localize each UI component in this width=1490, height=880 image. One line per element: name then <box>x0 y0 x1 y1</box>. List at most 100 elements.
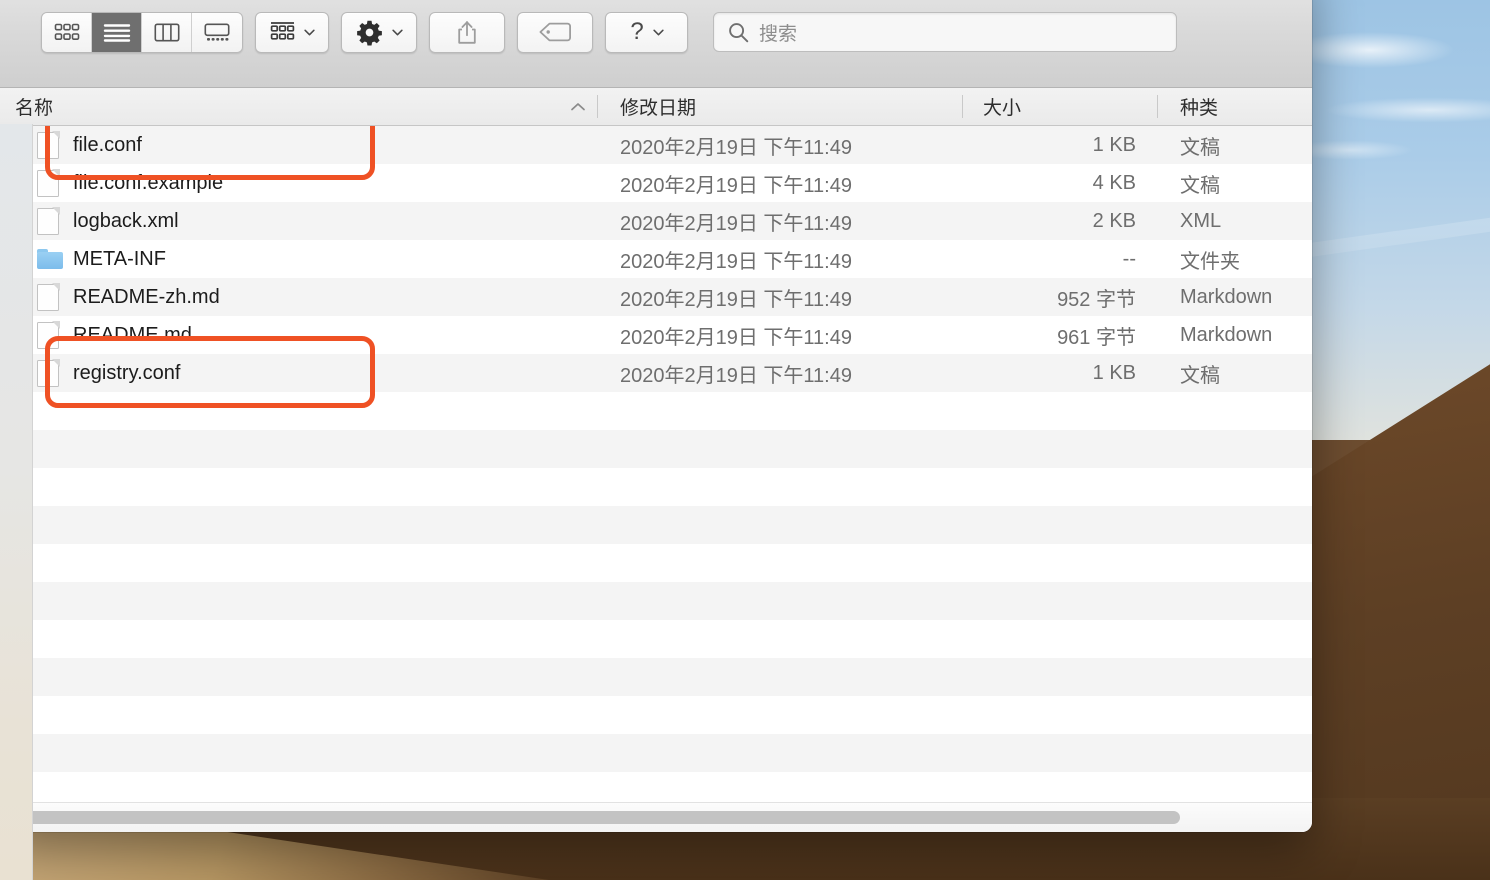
action-button[interactable] <box>341 11 417 53</box>
column-header-kind[interactable]: 种类 <box>1158 88 1312 125</box>
file-date-cell: 2020年2月19日 下午11:49 <box>620 364 852 387</box>
column-header-row: 名称 修改日期 大小 种类 <box>0 88 1312 126</box>
file-kind-cell: 文稿 <box>1180 136 1220 159</box>
empty-row <box>0 734 1312 772</box>
table-row[interactable]: README.md 2020年2月19日 下午11:49 961 字节 Markdow… <box>0 316 1312 354</box>
icon-view-icon <box>54 23 79 40</box>
view-mode-segmented-control[interactable] <box>41 11 243 53</box>
file-name-label: README-zh.md <box>73 285 220 308</box>
file-size-cell: 952 字节 <box>1057 288 1136 311</box>
table-row[interactable]: META-INF 2020年2月19日 下午11:49 -- 文件夹 <box>0 240 1312 278</box>
search-icon <box>729 22 749 42</box>
column-header-date-label: 修改日期 <box>620 98 697 119</box>
document-icon <box>37 206 60 235</box>
file-name-label: file.conf <box>73 133 142 156</box>
finder-toolbar: ? 搜索 <box>0 0 1312 64</box>
column-header-name[interactable]: 名称 <box>0 88 598 125</box>
gallery-view-icon <box>204 22 230 41</box>
file-name-cell[interactable]: registry.conf <box>0 358 598 387</box>
file-name-label: META-INF <box>73 247 166 270</box>
chevron-down-icon <box>304 29 315 35</box>
tag-icon <box>539 22 571 42</box>
file-kind-cell: 文稿 <box>1180 174 1220 197</box>
file-kind-cell: Markdown <box>1180 285 1273 308</box>
file-icon-slot <box>37 320 73 349</box>
file-icon-slot <box>37 249 73 269</box>
file-icon-slot <box>37 130 73 159</box>
horizontal-scrollbar[interactable] <box>0 802 1312 832</box>
chevron-down-icon <box>392 29 403 35</box>
file-kind-cell: 文件夹 <box>1180 250 1240 273</box>
help-button[interactable]: ? <box>605 11 688 53</box>
file-icon-slot <box>37 206 73 235</box>
file-icon-slot <box>37 168 73 197</box>
column-view-button[interactable] <box>142 12 192 52</box>
file-name-label: README.md <box>73 323 192 346</box>
file-name-label: logback.xml <box>73 209 179 232</box>
empty-row <box>0 392 1312 430</box>
empty-row <box>0 468 1312 506</box>
search-input[interactable]: 搜索 <box>713 12 1177 52</box>
table-row[interactable]: logback.xml 2020年2月19日 下午11:49 2 KB XML <box>0 202 1312 240</box>
file-date-cell: 2020年2月19日 下午11:49 <box>620 174 852 197</box>
file-name-cell[interactable]: README-zh.md <box>0 282 598 311</box>
file-kind-cell: Markdown <box>1180 323 1273 346</box>
horizontal-scrollbar-thumb[interactable] <box>8 811 1180 824</box>
arrange-icon <box>270 22 295 40</box>
empty-row <box>0 620 1312 658</box>
sort-ascending-icon <box>571 102 585 110</box>
clouds <box>1310 0 1490 300</box>
file-date-cell: 2020年2月19日 下午11:49 <box>620 250 852 273</box>
folder-icon <box>37 249 63 269</box>
table-row[interactable]: README-zh.md 2020年2月19日 下午11:49 952 字节 Mark… <box>0 278 1312 316</box>
file-size-cell: 1 KB <box>1092 361 1136 384</box>
file-date-cell: 2020年2月19日 下午11:49 <box>620 136 852 159</box>
file-name-cell[interactable]: logback.xml <box>0 206 598 235</box>
window-chrome: conf <box>0 0 1312 88</box>
search-placeholder: 搜索 <box>759 23 798 45</box>
arrange-button[interactable] <box>255 11 329 53</box>
empty-row <box>0 544 1312 582</box>
column-header-name-label: 名称 <box>15 98 54 119</box>
finder-window: conf <box>0 0 1312 832</box>
file-size-cell: -- <box>1122 247 1136 270</box>
document-icon <box>37 282 60 311</box>
list-view-icon <box>103 23 130 42</box>
file-size-cell: 4 KB <box>1092 171 1136 194</box>
gallery-view-button[interactable] <box>192 12 242 52</box>
column-header-size[interactable]: 大小 <box>963 88 1158 125</box>
gear-icon <box>357 20 382 46</box>
document-icon <box>37 130 60 159</box>
file-name-cell[interactable]: META-INF <box>0 248 598 271</box>
share-button[interactable] <box>429 11 505 53</box>
column-header-kind-label: 种类 <box>1180 98 1219 119</box>
icon-view-button[interactable] <box>42 12 92 52</box>
column-header-date[interactable]: 修改日期 <box>598 88 963 125</box>
share-icon <box>458 20 476 44</box>
table-row[interactable]: file.conf 2020年2月19日 下午11:49 1 KB 文稿 <box>0 126 1312 164</box>
empty-row <box>0 696 1312 734</box>
file-list[interactable]: file.conf 2020年2月19日 下午11:49 1 KB 文稿 file.co… <box>0 126 1312 802</box>
file-name-cell[interactable]: README.md <box>0 320 598 349</box>
file-kind-cell: XML <box>1180 209 1222 232</box>
file-date-cell: 2020年2月19日 下午11:49 <box>620 212 852 235</box>
document-icon <box>37 320 60 349</box>
table-row[interactable]: registry.conf 2020年2月19日 下午11:49 1 KB 文稿 <box>0 354 1312 392</box>
file-date-cell: 2020年2月19日 下午11:49 <box>620 326 852 349</box>
empty-row <box>0 430 1312 468</box>
empty-row <box>0 506 1312 544</box>
tag-button[interactable] <box>517 11 593 53</box>
document-icon <box>37 168 60 197</box>
file-size-cell: 2 KB <box>1092 209 1136 232</box>
list-view-button[interactable] <box>92 12 142 52</box>
document-icon <box>37 358 60 387</box>
empty-row <box>0 772 1312 802</box>
file-name-cell[interactable]: file.conf <box>0 130 598 159</box>
question-mark-icon: ? <box>630 18 644 45</box>
table-row[interactable]: file.conf.example 2020年2月19日 下午11:49 4 KB 文… <box>0 164 1312 202</box>
chevron-down-icon <box>653 29 664 35</box>
file-icon-slot <box>37 282 73 311</box>
empty-row <box>0 658 1312 696</box>
file-name-cell[interactable]: file.conf.example <box>0 168 598 197</box>
file-kind-cell: 文稿 <box>1180 364 1220 387</box>
